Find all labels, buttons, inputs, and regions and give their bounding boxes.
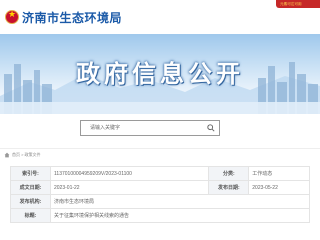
home-icon bbox=[4, 152, 10, 158]
top-badge[interactable]: 元素可达可用 bbox=[276, 0, 320, 8]
banner-title: 政府信息公开 bbox=[76, 61, 244, 88]
index-number-value: 11370100004959209V/2023-01100 bbox=[49, 166, 210, 181]
category-value: 工作动态 bbox=[248, 166, 310, 181]
category-label: 分类: bbox=[208, 166, 250, 181]
written-date-value: 2023-01-22 bbox=[49, 180, 210, 195]
publish-date-value: 2023-05-22 bbox=[248, 180, 310, 195]
table-row: 发布机构: 济南市生态环境局 bbox=[10, 194, 310, 209]
breadcrumb-text[interactable]: 首页 > 政策文件 bbox=[12, 152, 41, 158]
top-badge-text: 元素可达可用 bbox=[280, 1, 302, 6]
search-input[interactable] bbox=[81, 121, 205, 135]
table-row: 标题: 关于征集环境保护相关线索的通告 bbox=[10, 208, 310, 223]
index-number-label: 索引号: bbox=[10, 166, 51, 181]
publisher-value: 济南市生态环境局 bbox=[50, 194, 310, 209]
site-name[interactable]: 济南市生态环境局 bbox=[22, 9, 122, 26]
publish-date-label: 发布日期: bbox=[208, 180, 250, 195]
search-box[interactable] bbox=[80, 120, 220, 136]
title-label: 标题: bbox=[10, 208, 51, 223]
title-value: 关于征集环境保护相关线索的通告 bbox=[50, 208, 310, 223]
site-header: 济南市生态环境局 元素可达可用 bbox=[0, 0, 320, 34]
written-date-label: 成文日期: bbox=[10, 180, 51, 195]
breadcrumb: 首页 > 政策文件 bbox=[0, 148, 320, 162]
table-row: 成文日期: 2023-01-22 发布日期: 2023-05-22 bbox=[10, 180, 310, 195]
banner: 政府信息公开 bbox=[0, 34, 320, 114]
document-info-table: 索引号: 11370100004959209V/2023-01100 分类: 工… bbox=[10, 166, 310, 223]
emblem-icon bbox=[5, 10, 19, 24]
table-row: 索引号: 11370100004959209V/2023-01100 分类: 工… bbox=[10, 166, 310, 181]
search-icon[interactable] bbox=[207, 124, 215, 132]
publisher-label: 发布机构: bbox=[10, 194, 51, 209]
